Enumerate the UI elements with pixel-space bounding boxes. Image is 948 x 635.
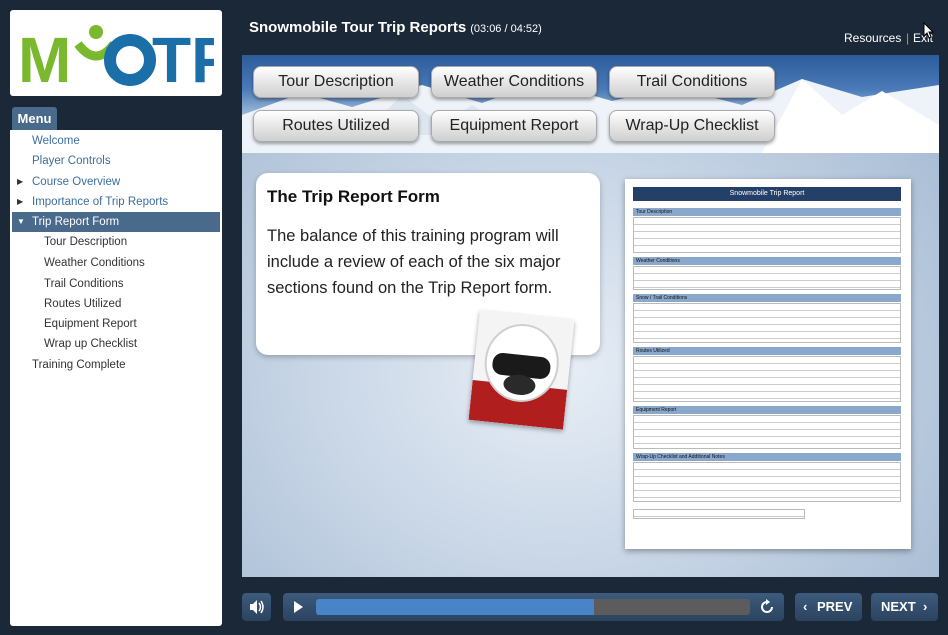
page-title: Snowmobile Tour Trip Reports (03:06 / 04:… [249, 19, 542, 36]
collapse-arrow-icon[interactable]: ▼ [17, 212, 25, 232]
menu-item-welcome[interactable]: Welcome [12, 131, 220, 151]
resources-link[interactable]: Resources [844, 31, 901, 45]
expand-arrow-icon[interactable]: ▶ [17, 192, 23, 212]
svg-text:TF: TF [152, 24, 214, 90]
tab-weather-conditions[interactable]: Weather Conditions [431, 66, 597, 98]
menu-subitem-weather-conditions[interactable]: Weather Conditions [12, 253, 220, 273]
menu-subitem-tour-description[interactable]: Tour Description [12, 232, 220, 252]
menu-item-player-controls[interactable]: Player Controls [12, 151, 220, 171]
progress-fill [316, 599, 594, 615]
menu-item-training-complete[interactable]: Training Complete [12, 355, 220, 375]
progress-track[interactable] [316, 599, 750, 615]
volume-button[interactable] [242, 593, 271, 621]
menu-tab[interactable]: Menu [12, 107, 57, 130]
trip-report-document: Snowmobile Trip Report Tour Description … [625, 179, 911, 549]
tab-equipment-report[interactable]: Equipment Report [431, 110, 597, 142]
play-icon[interactable] [291, 600, 305, 614]
doc-table [633, 303, 901, 343]
menu-item-course-overview[interactable]: ▶ Course Overview [12, 172, 220, 192]
prev-button[interactable]: ‹ PREV [795, 593, 862, 621]
doc-table [633, 462, 901, 502]
doc-table [633, 266, 901, 290]
helmet-photo [468, 310, 575, 430]
doc-signature-row [633, 509, 805, 519]
doc-section: Equipment Report [633, 406, 901, 414]
menu-item-importance-of-trip-reports[interactable]: ▶ Importance of Trip Reports [12, 192, 220, 212]
doc-section: Weather Conditions [633, 257, 901, 265]
doc-table [633, 356, 901, 402]
replay-icon[interactable] [759, 599, 775, 615]
logo: M TF [10, 10, 222, 96]
logo-text-m: M [18, 24, 71, 90]
menu-item-trip-report-form[interactable]: ▼ Trip Report Form [12, 212, 220, 232]
slide-stage: Tour Description Weather Conditions Trai… [242, 55, 939, 577]
tab-wrap-up-checklist[interactable]: Wrap-Up Checklist [609, 110, 775, 142]
doc-section: Routes Utilized [633, 347, 901, 355]
expand-arrow-icon[interactable]: ▶ [17, 172, 23, 192]
tab-trail-conditions[interactable]: Trail Conditions [609, 66, 775, 98]
callout-title: The Trip Report Form [267, 187, 440, 206]
next-button[interactable]: NEXT › [871, 593, 938, 621]
menu-subitem-trail-conditions[interactable]: Trail Conditions [12, 274, 220, 294]
speaker-icon [250, 600, 264, 614]
doc-section: Tour Description [633, 208, 901, 216]
menu-subitem-equipment-report[interactable]: Equipment Report [12, 314, 220, 334]
doc-section: Snow / Trail Conditions [633, 294, 901, 302]
menu-subitem-routes-utilized[interactable]: Routes Utilized [12, 294, 220, 314]
doc-table [633, 217, 901, 253]
chevron-left-icon: ‹ [803, 599, 808, 614]
link-divider: | [906, 31, 910, 45]
playback-time: (03:06 / 04:52) [470, 23, 542, 35]
tab-routes-utilized[interactable]: Routes Utilized [253, 110, 419, 142]
doc-section: Wrap-Up Checklist and Additional Notes [633, 453, 901, 461]
mouse-cursor-icon [923, 22, 935, 39]
tab-tour-description[interactable]: Tour Description [253, 66, 419, 98]
menu-panel: Welcome Player Controls ▶ Course Overview… [10, 130, 222, 626]
menu-subitem-wrap-up-checklist[interactable]: Wrap up Checklist [12, 334, 220, 354]
doc-table [633, 415, 901, 449]
doc-title: Snowmobile Trip Report [633, 187, 901, 201]
callout-body: The balance of this training program wil… [267, 227, 561, 297]
chevron-right-icon: › [923, 599, 928, 614]
